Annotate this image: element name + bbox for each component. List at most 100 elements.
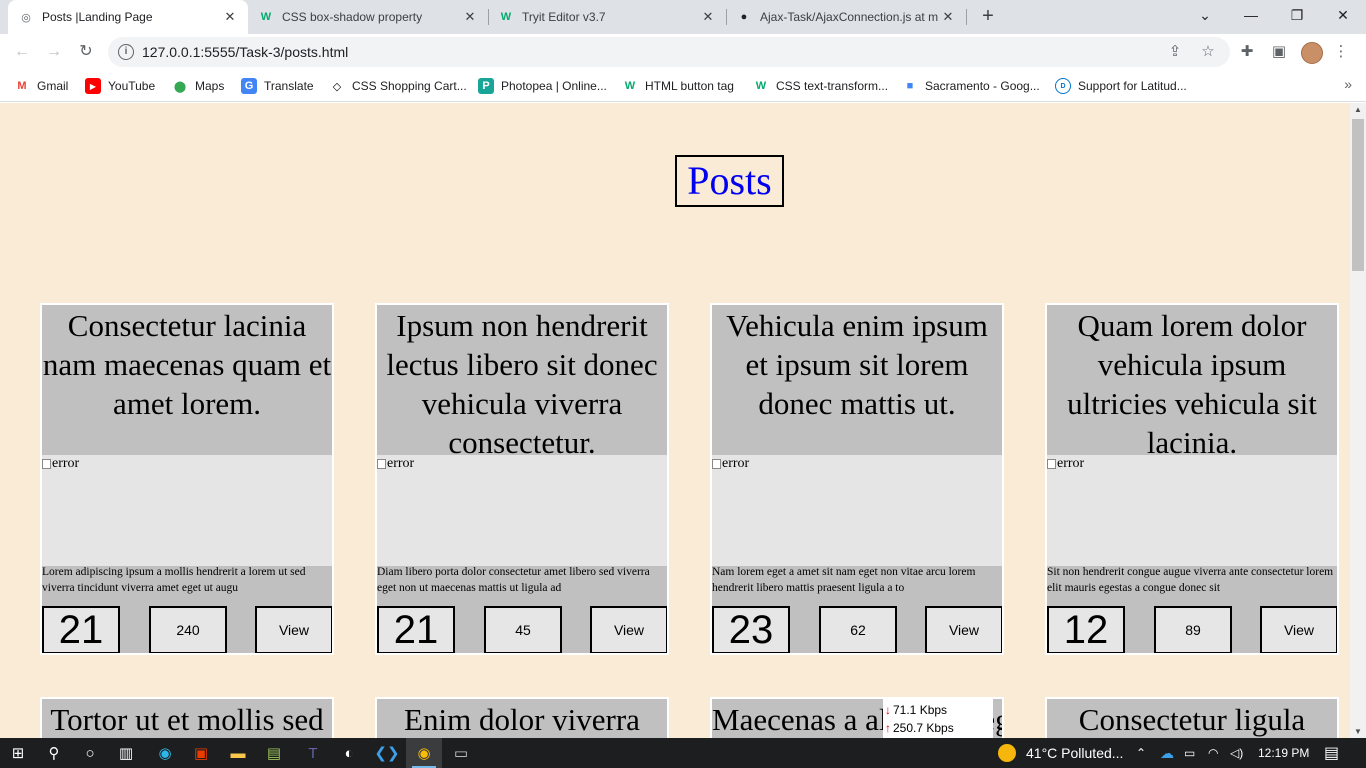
tab-title: Ajax-Task/AjaxConnection.js at m	[760, 10, 939, 24]
count-button[interactable]: 240	[149, 606, 227, 653]
view-button[interactable]: View	[255, 606, 332, 653]
bookmark-label: Translate	[264, 79, 314, 93]
post-card: Vehicula enim ipsum et ipsum sit lorem d…	[710, 303, 1004, 655]
user-id-button[interactable]: 12	[1047, 606, 1125, 653]
vertical-scrollbar[interactable]: ▲ ▼	[1350, 103, 1366, 738]
broken-image-icon: error	[377, 456, 414, 472]
browser-toolbar: ← → ↻ i 127.0.0.1:5555/Task-3/posts.html…	[0, 34, 1366, 70]
tab-title: Tryit Editor v3.7	[522, 10, 606, 24]
post-card: Enim dolor viverra	[375, 697, 669, 738]
reload-button[interactable]: ↻	[74, 40, 98, 64]
bookmark-label: HTML button tag	[645, 79, 734, 93]
tab-title: CSS box-shadow property	[282, 10, 423, 24]
bookmark-star-icon[interactable]: ☆	[1198, 42, 1218, 60]
bookmark-translate[interactable]: G Translate	[241, 76, 314, 96]
wifi-icon[interactable]: ◠	[1208, 738, 1218, 768]
close-tab-icon[interactable]: ✕	[940, 9, 956, 25]
minimize-button[interactable]: —	[1228, 0, 1274, 34]
image-alt-text: error	[722, 456, 750, 471]
close-window-button[interactable]: ✕	[1320, 0, 1366, 34]
tab-tryit-editor[interactable]: W Tryit Editor v3.7 ✕	[488, 0, 726, 34]
url-text[interactable]: 127.0.0.1:5555/Task-3/posts.html	[142, 44, 348, 60]
bookmark-youtube[interactable]: ▶ YouTube	[85, 76, 155, 96]
user-id-button[interactable]: 21	[42, 606, 120, 653]
post-image: error	[377, 455, 667, 566]
tab-title: Posts |Landing Page	[42, 10, 153, 24]
tab-search-button[interactable]: ⌄	[1182, 0, 1228, 34]
back-button[interactable]: ←	[10, 40, 34, 64]
download-arrow-icon: ↓	[885, 703, 891, 717]
user-id-button[interactable]: 23	[712, 606, 790, 653]
onedrive-icon[interactable]: ☁	[1160, 738, 1174, 768]
notepad-icon[interactable]: ▤	[256, 738, 292, 768]
weather-widget[interactable]: 41°C Polluted...	[998, 738, 1123, 768]
weather-sun-icon	[998, 744, 1016, 762]
address-bar[interactable]: i 127.0.0.1:5555/Task-3/posts.html ⇪ ☆	[108, 37, 1230, 67]
count-button[interactable]: 45	[484, 606, 562, 653]
page-viewport: Posts Consectetur lacinia nam maecenas q…	[0, 103, 1350, 738]
site-info-icon[interactable]: i	[118, 44, 134, 60]
close-tab-icon[interactable]: ✕	[462, 9, 478, 25]
tab-posts[interactable]: ◎ Posts |Landing Page ✕	[8, 0, 248, 34]
new-tab-button[interactable]: +	[976, 5, 1000, 29]
image-alt-text: error	[52, 456, 80, 471]
volume-icon[interactable]: ◁)	[1230, 738, 1243, 768]
teams-icon[interactable]: T	[295, 738, 331, 768]
bookmark-gmail[interactable]: M Gmail	[14, 76, 68, 96]
tab-github-ajax[interactable]: ● Ajax-Task/AjaxConnection.js at m ✕	[726, 0, 966, 34]
view-button[interactable]: View	[925, 606, 1002, 653]
user-id-button[interactable]: 21	[377, 606, 455, 653]
edge-icon[interactable]: ◉	[147, 738, 183, 768]
view-button[interactable]: View	[590, 606, 667, 653]
forward-button[interactable]: →	[42, 40, 66, 64]
bookmark-maps[interactable]: ⬤ Maps	[172, 76, 225, 96]
bookmark-css-shopping-cart[interactable]: ◇ CSS Shopping Cart...	[329, 76, 467, 96]
bookmark-photopea[interactable]: P Photopea | Online...	[478, 76, 607, 96]
tab-css-box-shadow[interactable]: W CSS box-shadow property ✕	[248, 0, 488, 34]
share-icon[interactable]: ⇪	[1165, 42, 1185, 60]
app-icon[interactable]: ◐	[331, 738, 367, 768]
w3schools-icon: W	[755, 80, 767, 92]
bookmark-html-button-tag[interactable]: W HTML button tag	[622, 76, 734, 96]
side-panel-icon[interactable]: ▣	[1269, 42, 1289, 62]
close-tab-icon[interactable]: ✕	[222, 9, 238, 25]
windows-start-icon[interactable]: ⊞	[0, 738, 36, 768]
clock-time[interactable]: 12:19 PM	[1258, 738, 1309, 768]
battery-icon[interactable]: ▭	[1184, 738, 1195, 768]
post-title: Consectetur lacinia nam maecenas quam et…	[42, 305, 332, 455]
image-alt-text: error	[387, 456, 415, 471]
bookmark-css-text-transform[interactable]: W CSS text-transform...	[753, 76, 888, 96]
bookmark-support-latitude[interactable]: D Support for Latitud...	[1055, 76, 1187, 96]
broken-image-icon: error	[42, 456, 79, 472]
file-explorer-icon[interactable]: ▬	[220, 738, 256, 768]
bookmark-sacramento[interactable]: ■ Sacramento - Goog...	[902, 76, 1040, 96]
notifications-icon[interactable]: ▤	[1324, 738, 1339, 768]
post-card: Quam lorem dolor vehicula ipsum ultricie…	[1045, 303, 1339, 655]
profile-avatar[interactable]	[1301, 42, 1323, 64]
restore-button[interactable]: ❐	[1274, 0, 1320, 34]
view-button[interactable]: View	[1260, 606, 1337, 653]
post-image: error	[712, 455, 1002, 566]
task-view-icon[interactable]: ▥	[108, 738, 144, 768]
count-button[interactable]: 89	[1154, 606, 1232, 653]
extensions-icon[interactable]: ✚	[1237, 42, 1257, 62]
scroll-up-icon[interactable]: ▲	[1350, 105, 1366, 114]
count-button[interactable]: 62	[819, 606, 897, 653]
terminal-icon[interactable]: ▭	[443, 738, 479, 768]
show-hidden-icons[interactable]: ⌃	[1136, 738, 1146, 768]
post-image: error	[42, 455, 332, 566]
bookmark-label: Gmail	[37, 79, 69, 93]
post-title: Quam lorem dolor vehicula ipsum ultricie…	[1047, 305, 1337, 460]
office-icon[interactable]: ▣	[183, 738, 219, 768]
menu-kebab-icon[interactable]: ⋮	[1331, 42, 1351, 62]
bookmarks-more-button[interactable]: »	[1344, 76, 1352, 92]
cortana-icon[interactable]: ○	[72, 738, 108, 768]
chrome-icon[interactable]: ◉	[406, 738, 442, 768]
search-icon[interactable]: ⚲	[36, 738, 72, 768]
vscode-icon[interactable]: ❮❯	[369, 738, 405, 768]
close-tab-icon[interactable]: ✕	[700, 9, 716, 25]
scrollbar-thumb[interactable]	[1352, 119, 1364, 271]
scroll-down-icon[interactable]: ▼	[1350, 727, 1366, 736]
tab-strip: ◎ Posts |Landing Page ✕ W CSS box-shadow…	[0, 0, 1366, 34]
download-speed: 71.1 Kbps	[893, 703, 948, 717]
